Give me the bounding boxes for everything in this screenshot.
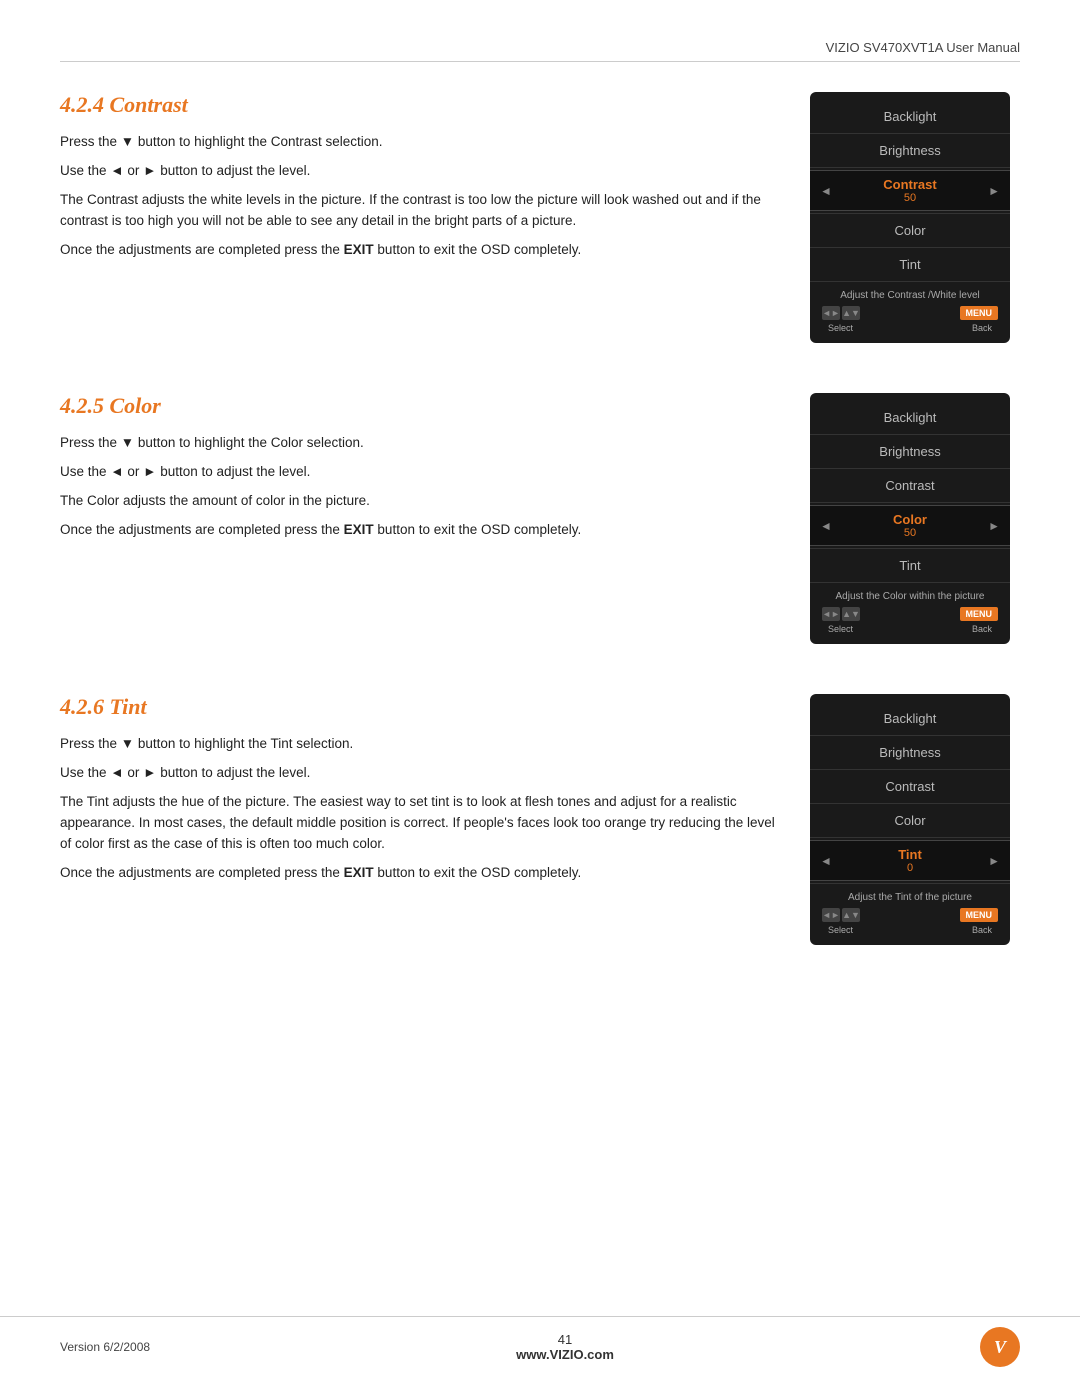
section-contrast-title: 4.2.4 Contrast [60, 92, 780, 118]
osd-color-buttons: ◄► ▲▼ MENU [820, 607, 1000, 621]
section-color-text: 4.2.5 Color Press the ▼ button to highli… [60, 393, 780, 549]
footer-website: www.VIZIO.com [516, 1347, 614, 1362]
tint-p2: Use the ◄ or ► button to adjust the leve… [60, 763, 780, 784]
section-tint: 4.2.6 Tint Press the ▼ button to highlig… [60, 694, 1020, 945]
osd-select-label: Select [828, 323, 853, 333]
contrast-p2: Use the ◄ or ► button to adjust the leve… [60, 161, 780, 182]
vizio-logo-icon: V [980, 1327, 1020, 1367]
section-contrast: 4.2.4 Contrast Press the ▼ button to hig… [60, 92, 1020, 343]
osd-btn-labels: Select Back [820, 323, 1000, 333]
osd-tint-btn-menu: MENU [960, 908, 999, 922]
osd-tint-btn-nav: ▲▼ [842, 908, 860, 922]
osd-color-btn-menu: MENU [960, 607, 999, 621]
osd-tint-back-label: Back [972, 925, 992, 935]
osd-left-buttons: ◄► ▲▼ [822, 306, 860, 320]
osd-color-desc: Adjust the Color within the picture [820, 591, 1000, 602]
osd-color-contrast: Contrast [810, 471, 1010, 500]
color-p4: Once the adjustments are completed press… [60, 520, 780, 541]
osd-btn-menu: MENU [960, 306, 999, 320]
osd-tint-footer: Adjust the Tint of the picture ◄► ▲▼ MEN… [810, 886, 1010, 937]
osd-left-arrow: ◄ [820, 184, 832, 198]
osd-right-arrow: ► [988, 184, 1000, 198]
osd-tint-buttons: ◄► ▲▼ MENU [820, 908, 1000, 922]
osd-tint-desc: Adjust the Tint of the picture [820, 892, 1000, 903]
section-color: 4.2.5 Color Press the ▼ button to highli… [60, 393, 1020, 644]
osd-tint-brightness: Brightness [810, 738, 1010, 767]
contrast-p3: The Contrast adjusts the white levels in… [60, 190, 780, 232]
osd-color-back-label: Back [972, 624, 992, 634]
page-footer: Version 6/2/2008 41 www.VIZIO.com V [0, 1316, 1080, 1367]
osd-tint-select-label: Select [828, 925, 853, 935]
osd-item-tint-active: ◄ Tint 0 ► [810, 840, 1010, 881]
osd-color-btn-select: ◄► [822, 607, 840, 621]
osd-buttons: ◄► ▲▼ MENU [820, 306, 1000, 320]
osd-contrast-menu: Backlight Brightness ◄ Contrast 50 ► Col… [810, 92, 1010, 343]
osd-item-color: Color [810, 216, 1010, 245]
section-color-image: Backlight Brightness Contrast ◄ Color 50… [810, 393, 1020, 644]
footer-page-number: 41 [516, 1332, 614, 1347]
section-contrast-image: Backlight Brightness ◄ Contrast 50 ► Col… [810, 92, 1020, 343]
osd-left-arrow-tint: ◄ [820, 854, 832, 868]
contrast-p4: Once the adjustments are completed press… [60, 240, 780, 261]
section-color-title: 4.2.5 Color [60, 393, 780, 419]
osd-color-btn-nav: ▲▼ [842, 607, 860, 621]
osd-tint-btn-select: ◄► [822, 908, 840, 922]
osd-item-tint: Tint [810, 250, 1010, 279]
footer-version: Version 6/2/2008 [60, 1340, 150, 1354]
osd-tint-menu: Backlight Brightness Contrast Color ◄ Ti… [810, 694, 1010, 945]
osd-right-arrow-color: ► [988, 519, 1000, 533]
osd-color-tint: Tint [810, 551, 1010, 580]
osd-color-footer: Adjust the Color within the picture ◄► ▲… [810, 585, 1010, 636]
osd-footer: Adjust the Contrast /White level ◄► ▲▼ M… [810, 284, 1010, 335]
osd-tint-contrast: Contrast [810, 772, 1010, 801]
section-tint-title: 4.2.6 Tint [60, 694, 780, 720]
color-p2: Use the ◄ or ► button to adjust the leve… [60, 462, 780, 483]
osd-desc: Adjust the Contrast /White level [820, 290, 1000, 301]
footer-logo: V [980, 1327, 1020, 1367]
osd-back-label: Back [972, 323, 992, 333]
section-tint-text: 4.2.6 Tint Press the ▼ button to highlig… [60, 694, 780, 892]
osd-item-contrast-active: ◄ Contrast 50 ► [810, 170, 1010, 211]
osd-tint-left-buttons: ◄► ▲▼ [822, 908, 860, 922]
osd-color-left-buttons: ◄► ▲▼ [822, 607, 860, 621]
tint-p4: Once the adjustments are completed press… [60, 863, 780, 884]
tint-p1: Press the ▼ button to highlight the Tint… [60, 734, 780, 755]
osd-left-arrow-color: ◄ [820, 519, 832, 533]
manual-title: VIZIO SV470XVT1A User Manual [826, 40, 1020, 55]
osd-tint-color: Color [810, 806, 1010, 835]
osd-tint-btn-labels: Select Back [820, 925, 1000, 935]
osd-color-menu: Backlight Brightness Contrast ◄ Color 50… [810, 393, 1010, 644]
section-contrast-text: 4.2.4 Contrast Press the ▼ button to hig… [60, 92, 780, 269]
osd-color-brightness: Brightness [810, 437, 1010, 466]
color-p3: The Color adjusts the amount of color in… [60, 491, 780, 512]
osd-color-btn-labels: Select Back [820, 624, 1000, 634]
tint-p3: The Tint adjusts the hue of the picture.… [60, 792, 780, 855]
osd-btn-select: ◄► [822, 306, 840, 320]
osd-color-select-label: Select [828, 624, 853, 634]
osd-item-backlight: Backlight [810, 102, 1010, 131]
osd-btn-nav: ▲▼ [842, 306, 860, 320]
contrast-p1: Press the ▼ button to highlight the Cont… [60, 132, 780, 153]
color-p1: Press the ▼ button to highlight the Colo… [60, 433, 780, 454]
section-tint-image: Backlight Brightness Contrast Color ◄ Ti… [810, 694, 1020, 945]
page-container: VIZIO SV470XVT1A User Manual 4.2.4 Contr… [0, 0, 1080, 1397]
osd-item-color-active: ◄ Color 50 ► [810, 505, 1010, 546]
osd-tint-backlight: Backlight [810, 704, 1010, 733]
osd-right-arrow-tint: ► [988, 854, 1000, 868]
osd-color-backlight: Backlight [810, 403, 1010, 432]
page-header: VIZIO SV470XVT1A User Manual [60, 40, 1020, 62]
osd-item-brightness: Brightness [810, 136, 1010, 165]
footer-center: 41 www.VIZIO.com [516, 1332, 614, 1362]
